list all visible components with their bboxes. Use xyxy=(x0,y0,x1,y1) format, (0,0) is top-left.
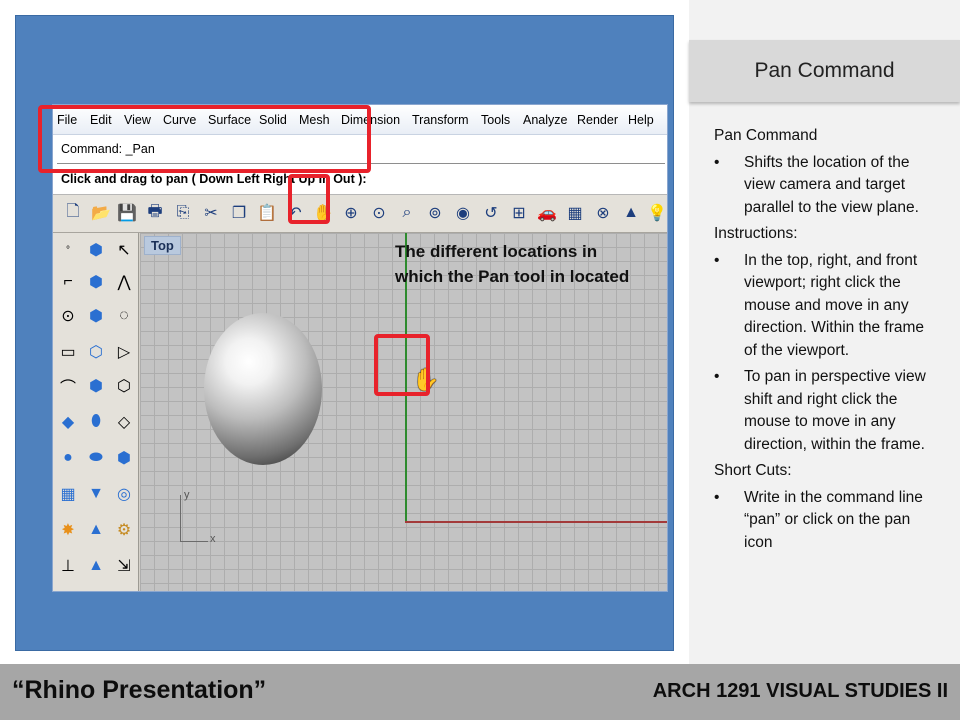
freeform-icon[interactable]: ▷ xyxy=(113,341,135,363)
bullet-dot: • xyxy=(714,153,720,171)
menu-analyze[interactable]: Analyze xyxy=(523,113,567,127)
paraboloid-icon[interactable]: ▼ xyxy=(85,483,107,505)
main-toolbar: ° ⬢ ↖ ⌐ ⬢ ⋀ ⊙ ⬢ ◌ ▭ ⬡ ▷ ⌒ ⬢ ⬡ ◆ ⬮ ◇ ● ⬬ xyxy=(53,233,139,591)
notes-heading: Pan Command xyxy=(714,127,818,144)
command-highlight-box xyxy=(38,105,371,173)
dimension-icon[interactable]: ⊥ xyxy=(57,555,79,577)
viewport-title[interactable]: Top xyxy=(144,236,181,255)
rhino-screenshot: File Edit View Curve Surface Solid Mesh … xyxy=(52,104,668,592)
print-icon[interactable]: 🖶 xyxy=(145,203,165,223)
rectangle-icon[interactable]: ▭ xyxy=(57,341,79,363)
zoom-window-icon[interactable]: ⌕ xyxy=(397,203,417,223)
notes-bullet: • To pan in perspective view shift and r… xyxy=(714,366,940,456)
notes-bullet: • Write in the command line “pan” or cli… xyxy=(714,487,940,555)
curve-icon[interactable]: ⋀ xyxy=(113,271,135,293)
zoom-dynamic-icon[interactable]: ⊙ xyxy=(369,203,389,223)
polygon-icon[interactable]: ⬡ xyxy=(85,341,107,363)
cut-icon[interactable]: ✂ xyxy=(201,203,221,223)
light-icon[interactable]: 💡 xyxy=(647,203,667,223)
menu-transform[interactable]: Transform xyxy=(412,113,469,127)
menu-help[interactable]: Help xyxy=(628,113,654,127)
copy-icon[interactable]: ❐ xyxy=(229,203,249,223)
paste-icon[interactable]: 📋 xyxy=(257,203,277,223)
undo-view-icon[interactable]: ↺ xyxy=(481,203,501,223)
rotate-view-icon[interactable]: ⊕ xyxy=(341,203,361,223)
pyramid-icon[interactable]: ▲ xyxy=(85,555,107,577)
arc-icon[interactable]: ◌ xyxy=(113,305,135,327)
world-axis-y xyxy=(180,495,181,541)
gear-icon[interactable]: ⚙ xyxy=(113,519,135,541)
pan-tool-annotation: The different locations in which the Pan… xyxy=(395,242,630,286)
notes-body: Pan Command • Shifts the location of the… xyxy=(714,125,940,558)
box-icon[interactable]: ⬢ xyxy=(85,239,107,261)
zoom-selected-icon[interactable]: ◉ xyxy=(453,203,473,223)
explode-icon[interactable]: ✸ xyxy=(57,519,79,541)
new-file-icon[interactable]: 🗋 xyxy=(63,203,83,223)
zoom-extents-icon[interactable]: ⊚ xyxy=(425,203,445,223)
viewport-pan-highlight-box xyxy=(374,334,430,396)
menu-tools[interactable]: Tools xyxy=(481,113,510,127)
import-icon[interactable]: ⎘ xyxy=(173,203,193,223)
circle-icon[interactable]: ⊙ xyxy=(57,305,79,327)
toolbar-pan-highlight-box xyxy=(288,174,330,224)
slide: File Edit View Curve Surface Solid Mesh … xyxy=(0,0,960,720)
grid-icon[interactable]: ▦ xyxy=(565,203,585,223)
surface-icon[interactable]: ◆ xyxy=(57,411,79,433)
patch-icon[interactable]: ◇ xyxy=(113,411,135,433)
cube-icon[interactable]: ⬢ xyxy=(85,271,107,293)
extrude-icon[interactable]: ⬢ xyxy=(85,375,107,397)
bullet-text: To pan in perspective view shift and rig… xyxy=(744,368,926,453)
x-axis-line xyxy=(405,521,667,523)
bullet-text: Shifts the location of the view camera a… xyxy=(744,153,919,216)
osnap-icon[interactable]: ⊗ xyxy=(593,203,613,223)
axis-y-label: y xyxy=(184,489,190,501)
open-folder-icon[interactable]: 📂 xyxy=(91,203,111,223)
notes-bullet: • In the top, right, and front viewport;… xyxy=(714,250,940,363)
sphere-group-icon[interactable]: ● xyxy=(57,447,79,469)
bullet-dot: • xyxy=(714,368,720,385)
bullet-text: In the top, right, and front viewport; r… xyxy=(744,251,925,359)
bullet-text: Write in the command line “pan” or click… xyxy=(744,488,923,551)
sphere-object[interactable] xyxy=(204,313,322,465)
menu-render[interactable]: Render xyxy=(577,113,618,127)
standard-toolbar: 🗋 📂 💾 🖶 ⎘ ✂ ❐ 📋 ↶ ✋ ⊕ ⊙ ⌕ ⊚ ◉ ↺ ⊞ 🚗 ▦ ⊗ xyxy=(53,195,667,233)
polyline-icon[interactable]: ⌐ xyxy=(57,271,79,293)
course-title: ARCH 1291 VISUAL STUDIES II xyxy=(652,680,948,702)
solid-icon[interactable]: ⬢ xyxy=(85,305,107,327)
car-render-icon[interactable]: 🚗 xyxy=(537,203,557,223)
screenshot-panel: File Edit View Curve Surface Solid Mesh … xyxy=(15,15,674,651)
presentation-title: “Rhino Presentation” xyxy=(12,676,267,704)
save-icon[interactable]: 💾 xyxy=(117,203,137,223)
title-box: Pan Command xyxy=(689,40,960,102)
tube-icon[interactable]: ◎ xyxy=(113,483,135,505)
instructions-label: Instructions: xyxy=(714,225,798,242)
slide-title: Pan Command xyxy=(754,59,895,82)
footer-bar: “Rhino Presentation” ARCH 1291 VISUAL ST… xyxy=(0,664,960,720)
bullet-dot: • xyxy=(714,251,720,269)
world-axis-x xyxy=(180,541,208,542)
select-arrow-icon[interactable]: ↖ xyxy=(113,239,135,261)
notes-bullet: • Shifts the location of the view camera… xyxy=(714,152,940,220)
axis-x-label: x xyxy=(210,533,216,545)
box-edit-icon[interactable]: ⬢ xyxy=(113,447,135,469)
top-viewport[interactable]: Top The different locations in which the… xyxy=(140,233,667,591)
bullet-dot: • xyxy=(714,488,720,506)
four-viewports-icon[interactable]: ⊞ xyxy=(509,203,529,223)
ellipsoid-icon[interactable]: ⬬ xyxy=(85,447,107,469)
fillet-icon[interactable]: ⌒ xyxy=(57,375,79,397)
cone-icon[interactable]: ▲ xyxy=(621,203,641,223)
point-icon[interactable]: ° xyxy=(57,239,79,261)
shortcuts-label: Short Cuts: xyxy=(714,462,792,479)
cone-solid-icon[interactable]: ▲ xyxy=(85,519,107,541)
transform-icon[interactable]: ⇲ xyxy=(113,555,135,577)
mesh-icon[interactable]: ▦ xyxy=(57,483,79,505)
cylinder-icon[interactable]: ⬮ xyxy=(85,411,107,433)
hexagon-icon[interactable]: ⬡ xyxy=(113,375,135,397)
